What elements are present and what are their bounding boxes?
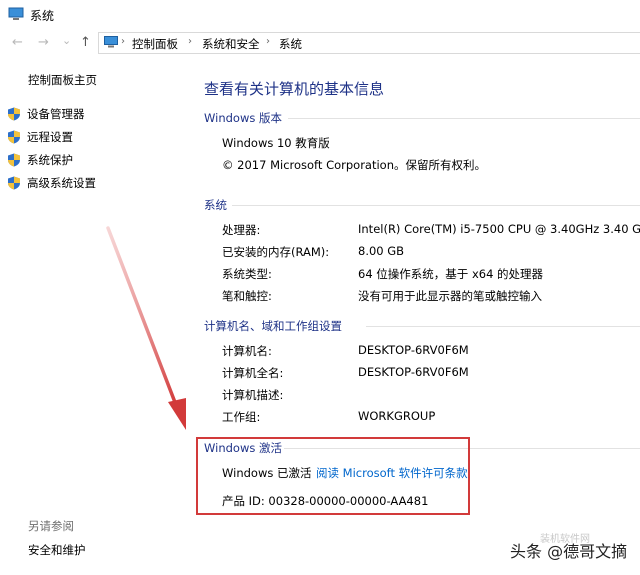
- processor-label: 处理器:: [222, 223, 261, 237]
- shield-icon: [8, 153, 20, 167]
- system-type-value: 64 位操作系统，基于 x64 的处理器: [358, 267, 544, 281]
- sidebar-item-device-manager[interactable]: 设备管理器: [7, 106, 85, 122]
- computer-name-section-header: 计算机名、域和工作组设置: [204, 319, 342, 333]
- full-computer-name-label: 计算机全名:: [222, 366, 284, 380]
- system-section-header: 系统: [204, 198, 227, 212]
- sidebar: 控制面板主页 设备管理器 远程设置 系统保护 高级系统设置 另请参阅 安全和维护: [0, 56, 190, 575]
- shield-icon: [8, 107, 20, 121]
- title-bar: 系统: [0, 0, 640, 31]
- breadcrumb-control-panel[interactable]: 控制面板: [132, 36, 178, 52]
- full-computer-name-value: DESKTOP-6RV0F6M: [358, 365, 469, 379]
- navigation-bar: ← → ⌄ ↑ › 控制面板 › 系统和安全 › 系统: [0, 30, 640, 56]
- window-title: 系统: [30, 9, 55, 23]
- watermark-text: 头条 @德哥文摘: [510, 542, 628, 561]
- breadcrumb-system-security[interactable]: 系统和安全: [202, 36, 260, 52]
- section-divider: [232, 205, 640, 206]
- section-divider: [366, 326, 640, 327]
- sidebar-item-system-protection[interactable]: 系统保护: [7, 152, 73, 168]
- sidebar-item-label: 远程设置: [27, 130, 73, 144]
- edition-name: Windows 10 教育版: [222, 136, 330, 150]
- control-panel-home-link[interactable]: 控制面板主页: [28, 72, 97, 88]
- edition-section-header: Windows 版本: [204, 111, 282, 125]
- processor-value: Intel(R) Core(TM) i5-7500 CPU @ 3.40GHz …: [358, 222, 640, 236]
- up-button[interactable]: ↑: [80, 35, 91, 50]
- activation-highlight-box: [196, 437, 470, 515]
- sidebar-item-advanced-settings[interactable]: 高级系统设置: [7, 175, 96, 191]
- forward-button[interactable]: →: [38, 35, 49, 50]
- breadcrumb-system[interactable]: 系统: [279, 36, 302, 52]
- ram-label: 已安装的内存(RAM):: [222, 245, 330, 259]
- breadcrumb-separator: ›: [121, 36, 125, 47]
- copyright-text: © 2017 Microsoft Corporation。保留所有权利。: [222, 158, 486, 172]
- shield-icon: [8, 176, 20, 190]
- security-maintenance-link[interactable]: 安全和维护: [28, 542, 86, 558]
- back-button[interactable]: ←: [12, 35, 23, 50]
- workgroup-label: 工作组:: [222, 410, 261, 424]
- shield-icon: [8, 130, 20, 144]
- breadcrumb-separator: ›: [266, 36, 270, 47]
- system-window-icon: [8, 7, 24, 20]
- workgroup-value: WORKGROUP: [358, 409, 436, 423]
- control-panel-icon: [104, 36, 118, 48]
- computer-description-label: 计算机描述:: [222, 388, 284, 402]
- see-also-heading: 另请参阅: [28, 519, 74, 533]
- breadcrumb-separator: ›: [188, 36, 192, 47]
- recent-locations-dropdown[interactable]: ⌄: [62, 34, 71, 47]
- ram-value: 8.00 GB: [358, 244, 405, 258]
- sidebar-item-label: 设备管理器: [27, 107, 85, 121]
- system-type-label: 系统类型:: [222, 267, 272, 281]
- sidebar-item-remote-settings[interactable]: 远程设置: [7, 129, 73, 145]
- section-divider: [288, 118, 640, 119]
- address-bar[interactable]: › 控制面板 › 系统和安全 › 系统: [98, 32, 640, 54]
- page-title: 查看有关计算机的基本信息: [204, 80, 385, 98]
- pen-touch-label: 笔和触控:: [222, 289, 272, 303]
- computer-name-label: 计算机名:: [222, 344, 272, 358]
- sidebar-item-label: 系统保护: [27, 153, 73, 167]
- pen-touch-value: 没有可用于此显示器的笔或触控输入: [358, 289, 542, 303]
- computer-name-value: DESKTOP-6RV0F6M: [358, 343, 469, 357]
- sidebar-item-label: 高级系统设置: [27, 176, 96, 190]
